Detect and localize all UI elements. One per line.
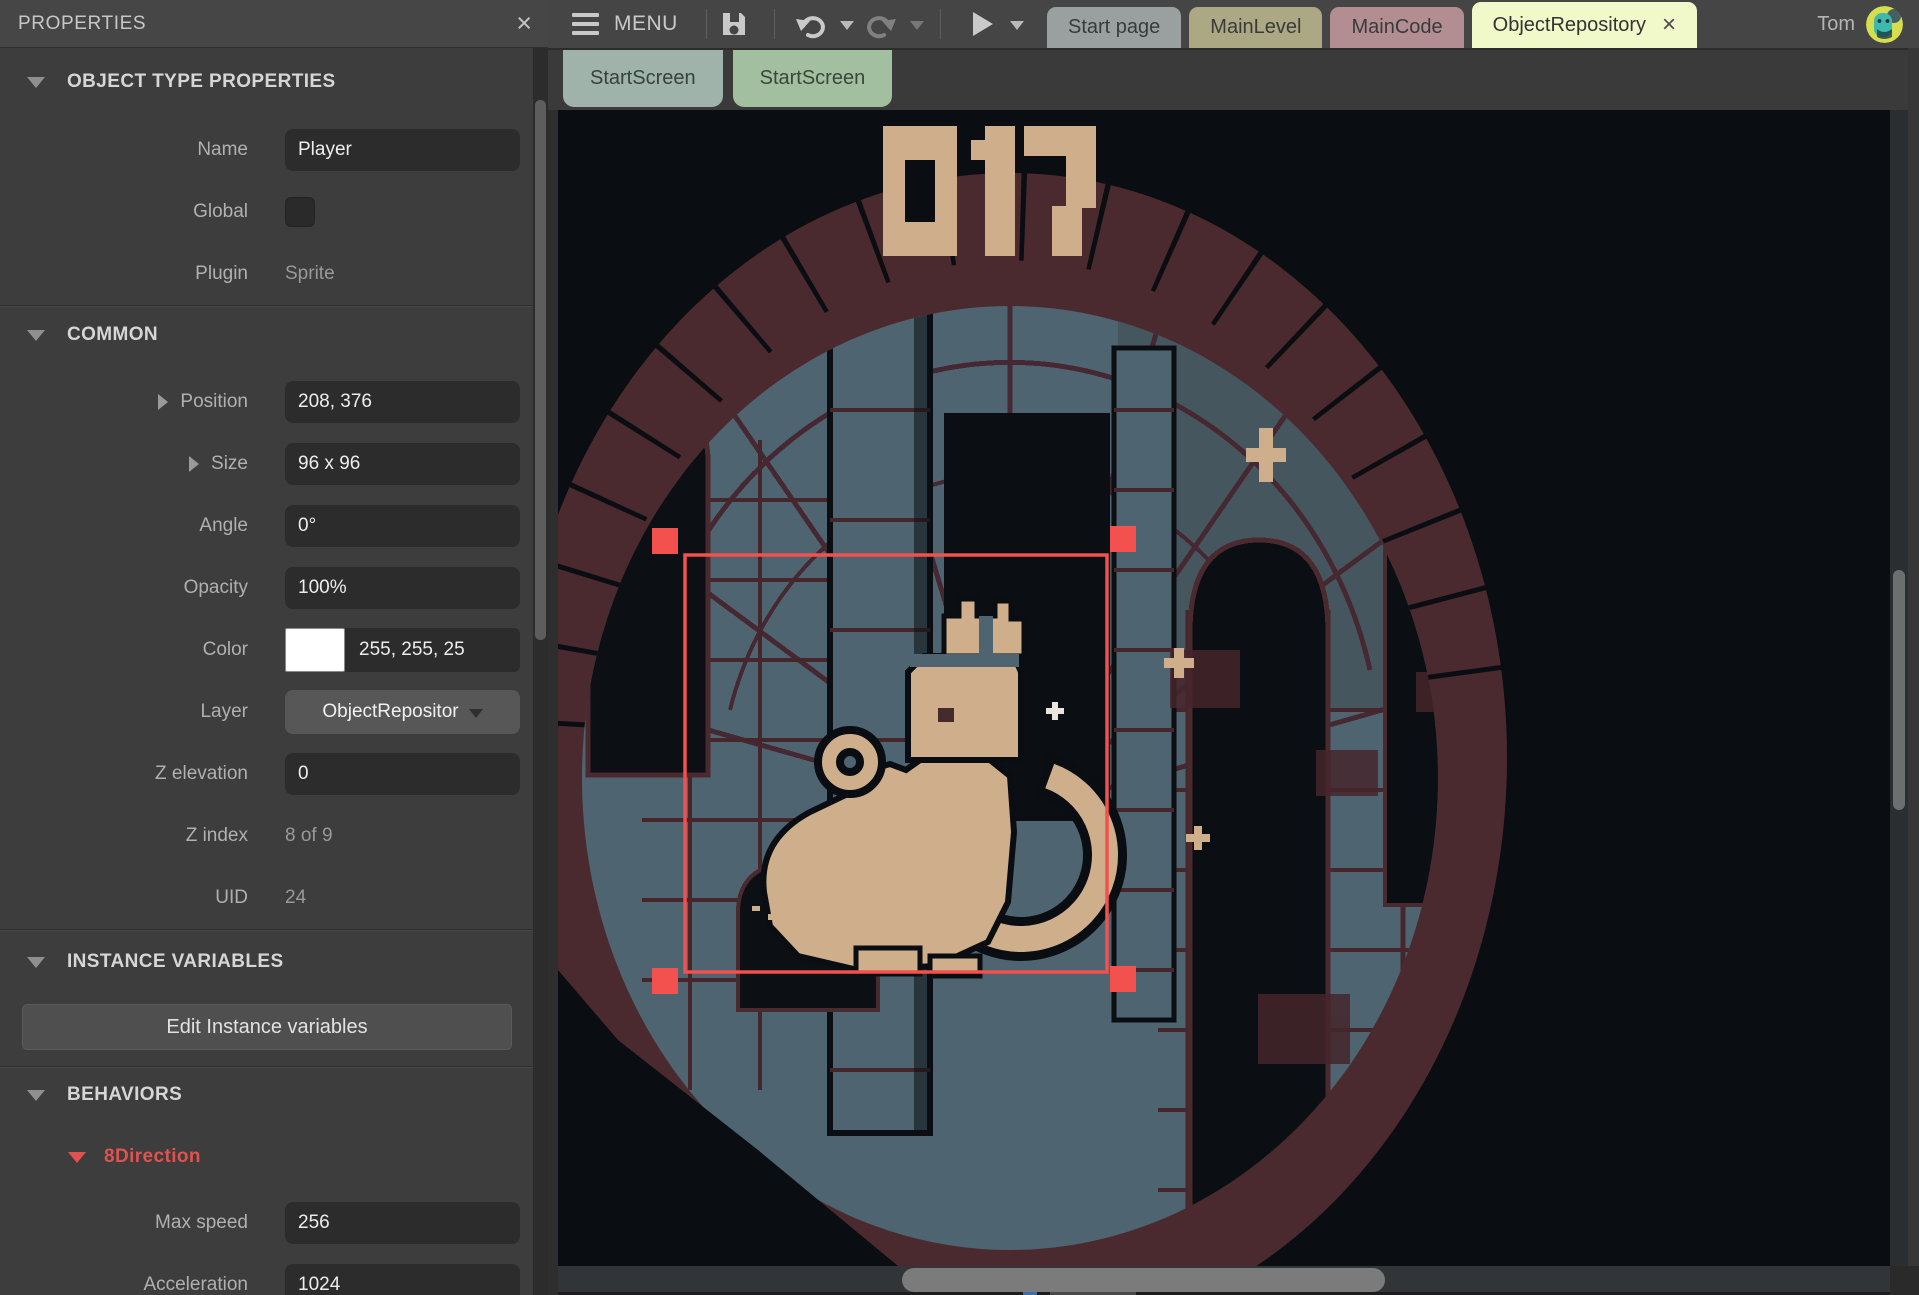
section-object-type-properties[interactable]: OBJECT TYPE PROPERTIES	[0, 64, 548, 100]
document-tabs: Start page MainLevel MainCode ObjectRepo…	[1047, 2, 1697, 48]
canvas-horizontal-scrollbar[interactable]	[558, 1266, 1890, 1295]
tab-close-icon[interactable]: ×	[1662, 15, 1676, 35]
horizontal-scrollbar-thumb[interactable]	[902, 1268, 1385, 1292]
expand-triangle-icon[interactable]	[189, 456, 199, 472]
collapse-triangle-icon	[27, 957, 45, 968]
properties-panel: PROPERTIES × OBJECT TYPE PROPERTIES Name…	[0, 0, 548, 1295]
tab-mainlevel[interactable]: MainLevel	[1189, 7, 1322, 48]
row-layer: Layer ObjectRepositor	[0, 681, 548, 743]
undo-dropdown-caret-icon[interactable]	[840, 21, 854, 30]
collapse-triangle-icon	[27, 330, 45, 341]
uid-value: 24	[285, 887, 306, 909]
panel-title: PROPERTIES	[18, 13, 146, 35]
global-checkbox[interactable]	[285, 197, 315, 227]
position-input[interactable]: 208, 376	[285, 381, 520, 423]
top-toolbar: MENU Start page	[548, 0, 1919, 48]
color-swatch[interactable]	[285, 628, 345, 672]
subtab-startscreen-2[interactable]: StartScreen	[733, 50, 893, 107]
tab-maincode[interactable]: MainCode	[1330, 7, 1463, 48]
behavior-8direction[interactable]: 8Direction	[0, 1140, 548, 1174]
angle-input[interactable]: 0°	[285, 505, 520, 547]
hamburger-icon	[572, 13, 599, 35]
scrollbar-corner	[1890, 1266, 1919, 1295]
size-input[interactable]: 96 x 96	[285, 443, 520, 485]
close-icon[interactable]: ×	[516, 6, 532, 40]
collapse-triangle-icon	[68, 1152, 86, 1163]
right-edge-sliver	[1908, 48, 1919, 1295]
properties-panel-header: PROPERTIES ×	[0, 0, 548, 48]
panel-canvas-gutter	[548, 110, 558, 1295]
redo-icon[interactable]	[864, 8, 898, 40]
expand-triangle-icon[interactable]	[158, 394, 168, 410]
toolbar-separator	[706, 9, 707, 39]
user-name: Tom	[1817, 13, 1855, 36]
row-position: Position 208, 376	[0, 371, 548, 433]
divider	[0, 929, 548, 931]
undo-icon[interactable]	[794, 8, 828, 40]
row-max-speed: Max speed 256	[0, 1192, 548, 1254]
redo-dropdown-caret-icon[interactable]	[910, 21, 924, 30]
toolbar-separator	[940, 9, 941, 39]
avatar[interactable]	[1866, 6, 1903, 43]
color-value-input[interactable]: 255, 255, 25	[345, 628, 520, 672]
opacity-input[interactable]: 100%	[285, 567, 520, 609]
divider	[0, 305, 548, 307]
layout-canvas[interactable]	[558, 110, 1890, 1266]
row-z-index: Z index 8 of 9	[0, 805, 548, 867]
layer-dropdown[interactable]: ObjectRepositor	[285, 690, 520, 734]
construct-editor-window: PROPERTIES × OBJECT TYPE PROPERTIES Name…	[0, 0, 1919, 1295]
properties-panel-body: OBJECT TYPE PROPERTIES Name Player Globa…	[0, 48, 548, 1295]
canvas-vertical-scrollbar[interactable]	[1890, 110, 1908, 1292]
row-opacity: Opacity 100%	[0, 557, 548, 619]
tab-objectrepository[interactable]: ObjectRepository ×	[1472, 2, 1697, 48]
edit-instance-variables-button[interactable]: Edit Instance variables	[22, 1004, 512, 1050]
subtab-startscreen-1[interactable]: StartScreen	[563, 50, 723, 107]
row-plugin: Plugin Sprite	[0, 243, 548, 305]
row-uid: UID 24	[0, 867, 548, 929]
row-acceleration: Acceleration 1024	[0, 1254, 548, 1295]
scene-viewport[interactable]	[558, 110, 1890, 1266]
max-speed-input[interactable]: 256	[285, 1202, 520, 1244]
selection-handle[interactable]	[652, 968, 678, 994]
acceleration-input[interactable]: 1024	[285, 1264, 520, 1295]
selection-handle[interactable]	[1110, 966, 1136, 992]
toolbar-separator	[774, 9, 775, 39]
vertical-scrollbar-thumb[interactable]	[1893, 570, 1905, 810]
collapse-triangle-icon	[27, 1090, 45, 1101]
menu-button[interactable]: MENU	[562, 6, 688, 42]
row-color: Color 255, 255, 25	[0, 619, 548, 681]
row-angle: Angle 0°	[0, 495, 548, 557]
z-index-value: 8 of 9	[285, 825, 333, 847]
divider	[0, 1066, 548, 1068]
row-global: Global	[0, 181, 548, 243]
user-account[interactable]: Tom	[1817, 0, 1903, 48]
row-size: Size 96 x 96	[0, 433, 548, 495]
chevron-down-icon	[469, 709, 483, 718]
panel-scrollbar[interactable]	[533, 48, 548, 1295]
row-z-elevation: Z elevation 0	[0, 743, 548, 805]
play-icon[interactable]	[972, 11, 994, 37]
collapse-triangle-icon	[27, 77, 45, 88]
play-dropdown-caret-icon[interactable]	[1010, 21, 1024, 30]
layout-subtab-bar: StartScreen StartScreen	[548, 48, 1919, 110]
plugin-value: Sprite	[285, 263, 335, 285]
row-name: Name Player	[0, 119, 548, 181]
tab-start-page[interactable]: Start page	[1047, 7, 1181, 48]
section-behaviors[interactable]: BEHAVIORS	[0, 1077, 548, 1113]
selection-handle[interactable]	[652, 528, 678, 554]
section-common[interactable]: COMMON	[0, 317, 548, 353]
section-instance-variables[interactable]: INSTANCE VARIABLES	[0, 944, 548, 980]
selection-handle[interactable]	[1110, 526, 1136, 552]
name-input[interactable]: Player	[285, 129, 520, 171]
z-elevation-input[interactable]: 0	[285, 753, 520, 795]
panel-scrollbar-thumb[interactable]	[535, 100, 546, 640]
save-icon[interactable]	[718, 8, 750, 40]
